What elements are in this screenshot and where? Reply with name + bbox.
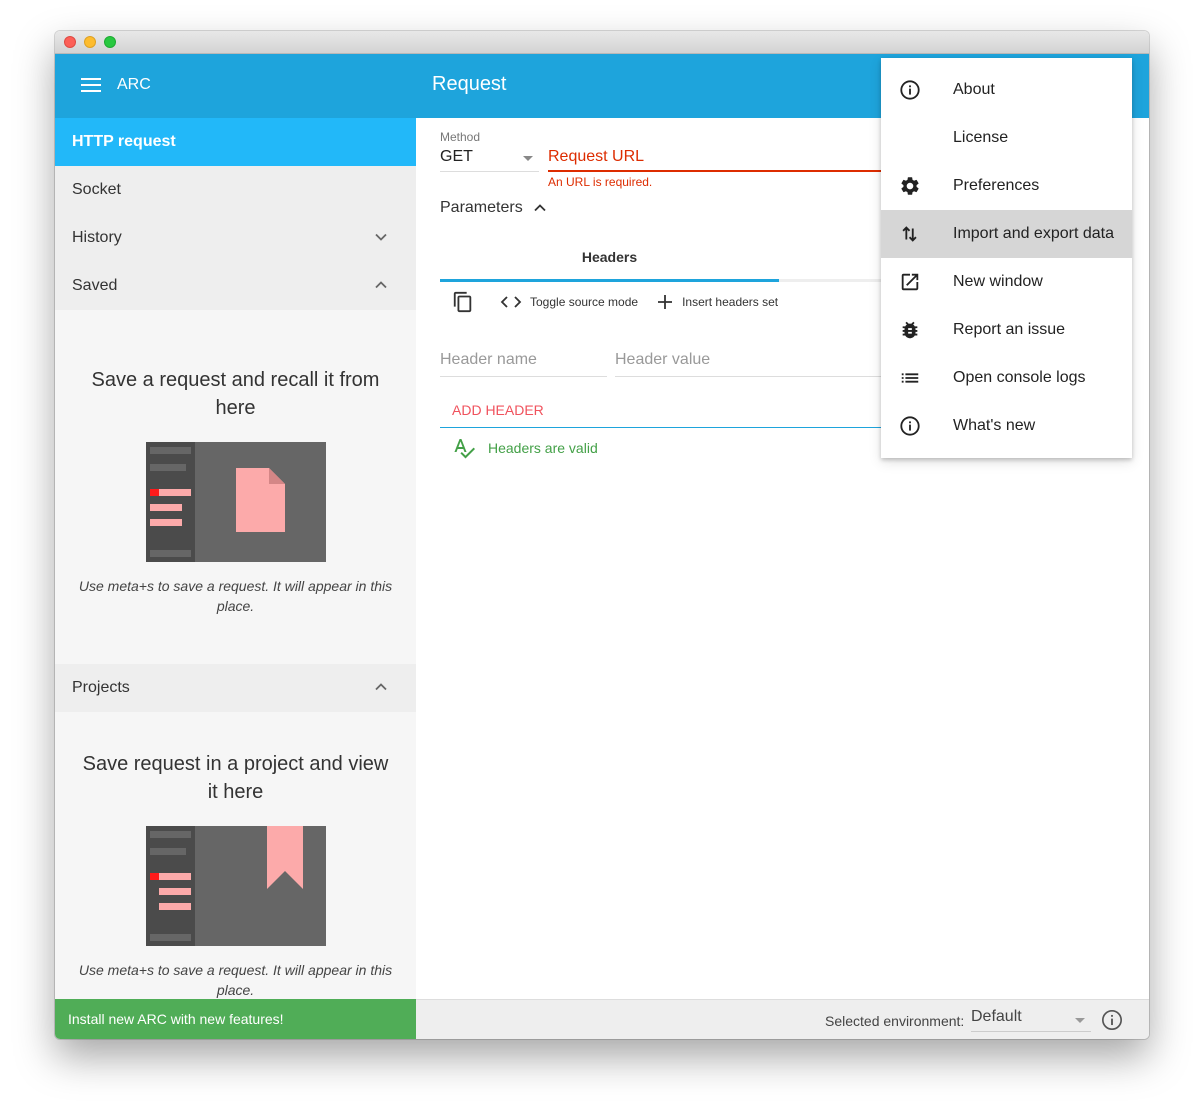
sidebar-item-label: Saved [72,277,118,294]
headers-toolbar: Toggle source mode Insert headers set [452,290,796,314]
header-value-input[interactable]: Header value [615,351,885,377]
insert-headers-set-label: Insert headers set [682,295,779,309]
title-bar [55,31,1149,54]
request-url-input[interactable]: Request URL [548,148,888,172]
project-illustration [145,826,326,946]
hamburger-menu-icon[interactable] [81,78,101,94]
dropdown-caret-icon [1075,1018,1085,1023]
sidebar-item-label: History [72,229,122,246]
code-icon [500,296,522,308]
saved-empty-title: Save a request and recall it from here [91,369,380,419]
menu-item-report-issue[interactable]: Report an issue [881,306,1132,354]
info-icon[interactable] [1101,1009,1123,1031]
projects-empty-description: Use meta+s to save a request. It will ap… [78,962,393,998]
status-bar: Selected environment: Default [416,999,1149,1039]
app-window: ARC Request HTTP request Socket History … [55,31,1149,1039]
parameters-label: Parameters [440,199,523,216]
menu-item-about[interactable]: About [881,66,1132,114]
app-name: ARC [117,76,151,93]
menu-item-label: Preferences [953,177,1040,194]
sidebar: HTTP request Socket History Saved Save a… [55,118,416,999]
menu-item-label: Open console logs [953,369,1086,386]
menu-item-console-logs[interactable]: Open console logs [881,354,1132,402]
menu-item-preferences[interactable]: Preferences [881,162,1132,210]
projects-empty-state: Save request in a project and view it he… [55,712,416,999]
header-name-placeholder: Header name [440,351,537,368]
url-placeholder: Request URL [548,148,645,165]
add-header-button[interactable]: ADD HEADER [452,402,544,418]
sidebar-item-socket[interactable]: Socket [55,166,416,214]
insert-headers-set-button[interactable]: Insert headers set [656,293,778,311]
menu-item-label: What's new [953,417,1036,434]
menu-item-label: Report an issue [953,321,1066,338]
list-icon [901,373,919,383]
bug-icon [902,321,918,339]
copy-button[interactable] [452,291,482,313]
menu-item-label: License [953,129,1009,146]
menu-item-whats-new[interactable]: What's new [881,402,1132,450]
tab-indicator [440,279,779,282]
chevron-down-icon[interactable] [374,230,388,244]
toggle-source-mode-button[interactable]: Toggle source mode [500,295,638,309]
menu-item-label: About [953,81,995,98]
install-new-arc-banner[interactable]: Install new ARC with new features! [55,999,416,1039]
parameters-toggle[interactable]: Parameters [440,199,547,217]
sidebar-item-http-request[interactable]: HTTP request [55,118,416,166]
saved-request-illustration [145,442,326,562]
close-window-button[interactable] [64,36,76,48]
sidebar-item-label: Projects [72,679,130,696]
method-value: GET [440,148,473,165]
sidebar-item-history[interactable]: History [55,214,416,262]
chevron-up-icon [534,204,546,212]
header-value-placeholder: Header value [615,351,711,368]
sidebar-item-saved[interactable]: Saved [55,262,416,310]
info-icon [900,416,920,436]
chevron-up-icon[interactable] [374,278,388,292]
sidebar-item-projects[interactable]: Projects [55,664,416,712]
menu-item-label: New window [953,273,1043,290]
plus-icon [658,295,673,309]
header-name-input[interactable]: Header name [440,351,607,377]
tab-headers[interactable]: Headers [440,236,779,282]
toggle-source-label: Toggle source mode [530,295,639,309]
environment-select[interactable]: Default [971,1008,1091,1032]
url-error-message: An URL is required. [548,175,653,189]
minimize-window-button[interactable] [84,36,96,48]
maximize-window-button[interactable] [104,36,116,48]
method-label: Method [440,130,481,144]
method-select[interactable]: GET [440,148,539,172]
info-icon [900,80,920,100]
environment-label: Selected environment: [825,1013,965,1029]
projects-empty-title: Save request in a project and view it he… [82,753,389,803]
menu-item-label: Import and export data [953,225,1114,242]
dropdown-caret-icon [523,156,533,161]
environment-value: Default [971,1008,1022,1025]
headers-validation: Headers are valid [452,436,598,460]
app-menu-dropdown: About License Preferences Import and exp… [881,58,1132,458]
saved-empty-description: Use meta+s to save a request. It will ap… [78,578,393,614]
page-title: Request [432,73,507,95]
headers-divider [440,427,885,428]
spellcheck-icon [454,439,475,459]
saved-empty-state: Save a request and recall it from here U… [55,310,416,616]
gear-icon [901,177,919,195]
import-export-icon [902,226,917,242]
sidebar-item-label: Socket [72,181,121,198]
menu-item-license[interactable]: License [881,114,1132,162]
open-in-new-icon [901,273,919,291]
menu-item-import-export[interactable]: Import and export data [881,210,1132,258]
copy-icon [453,291,472,313]
validation-message: Headers are valid [488,440,598,456]
sidebar-item-label: HTTP request [72,133,176,150]
chevron-up-icon[interactable] [374,680,388,694]
request-tabs: Headers [440,236,885,282]
menu-item-new-window[interactable]: New window [881,258,1132,306]
